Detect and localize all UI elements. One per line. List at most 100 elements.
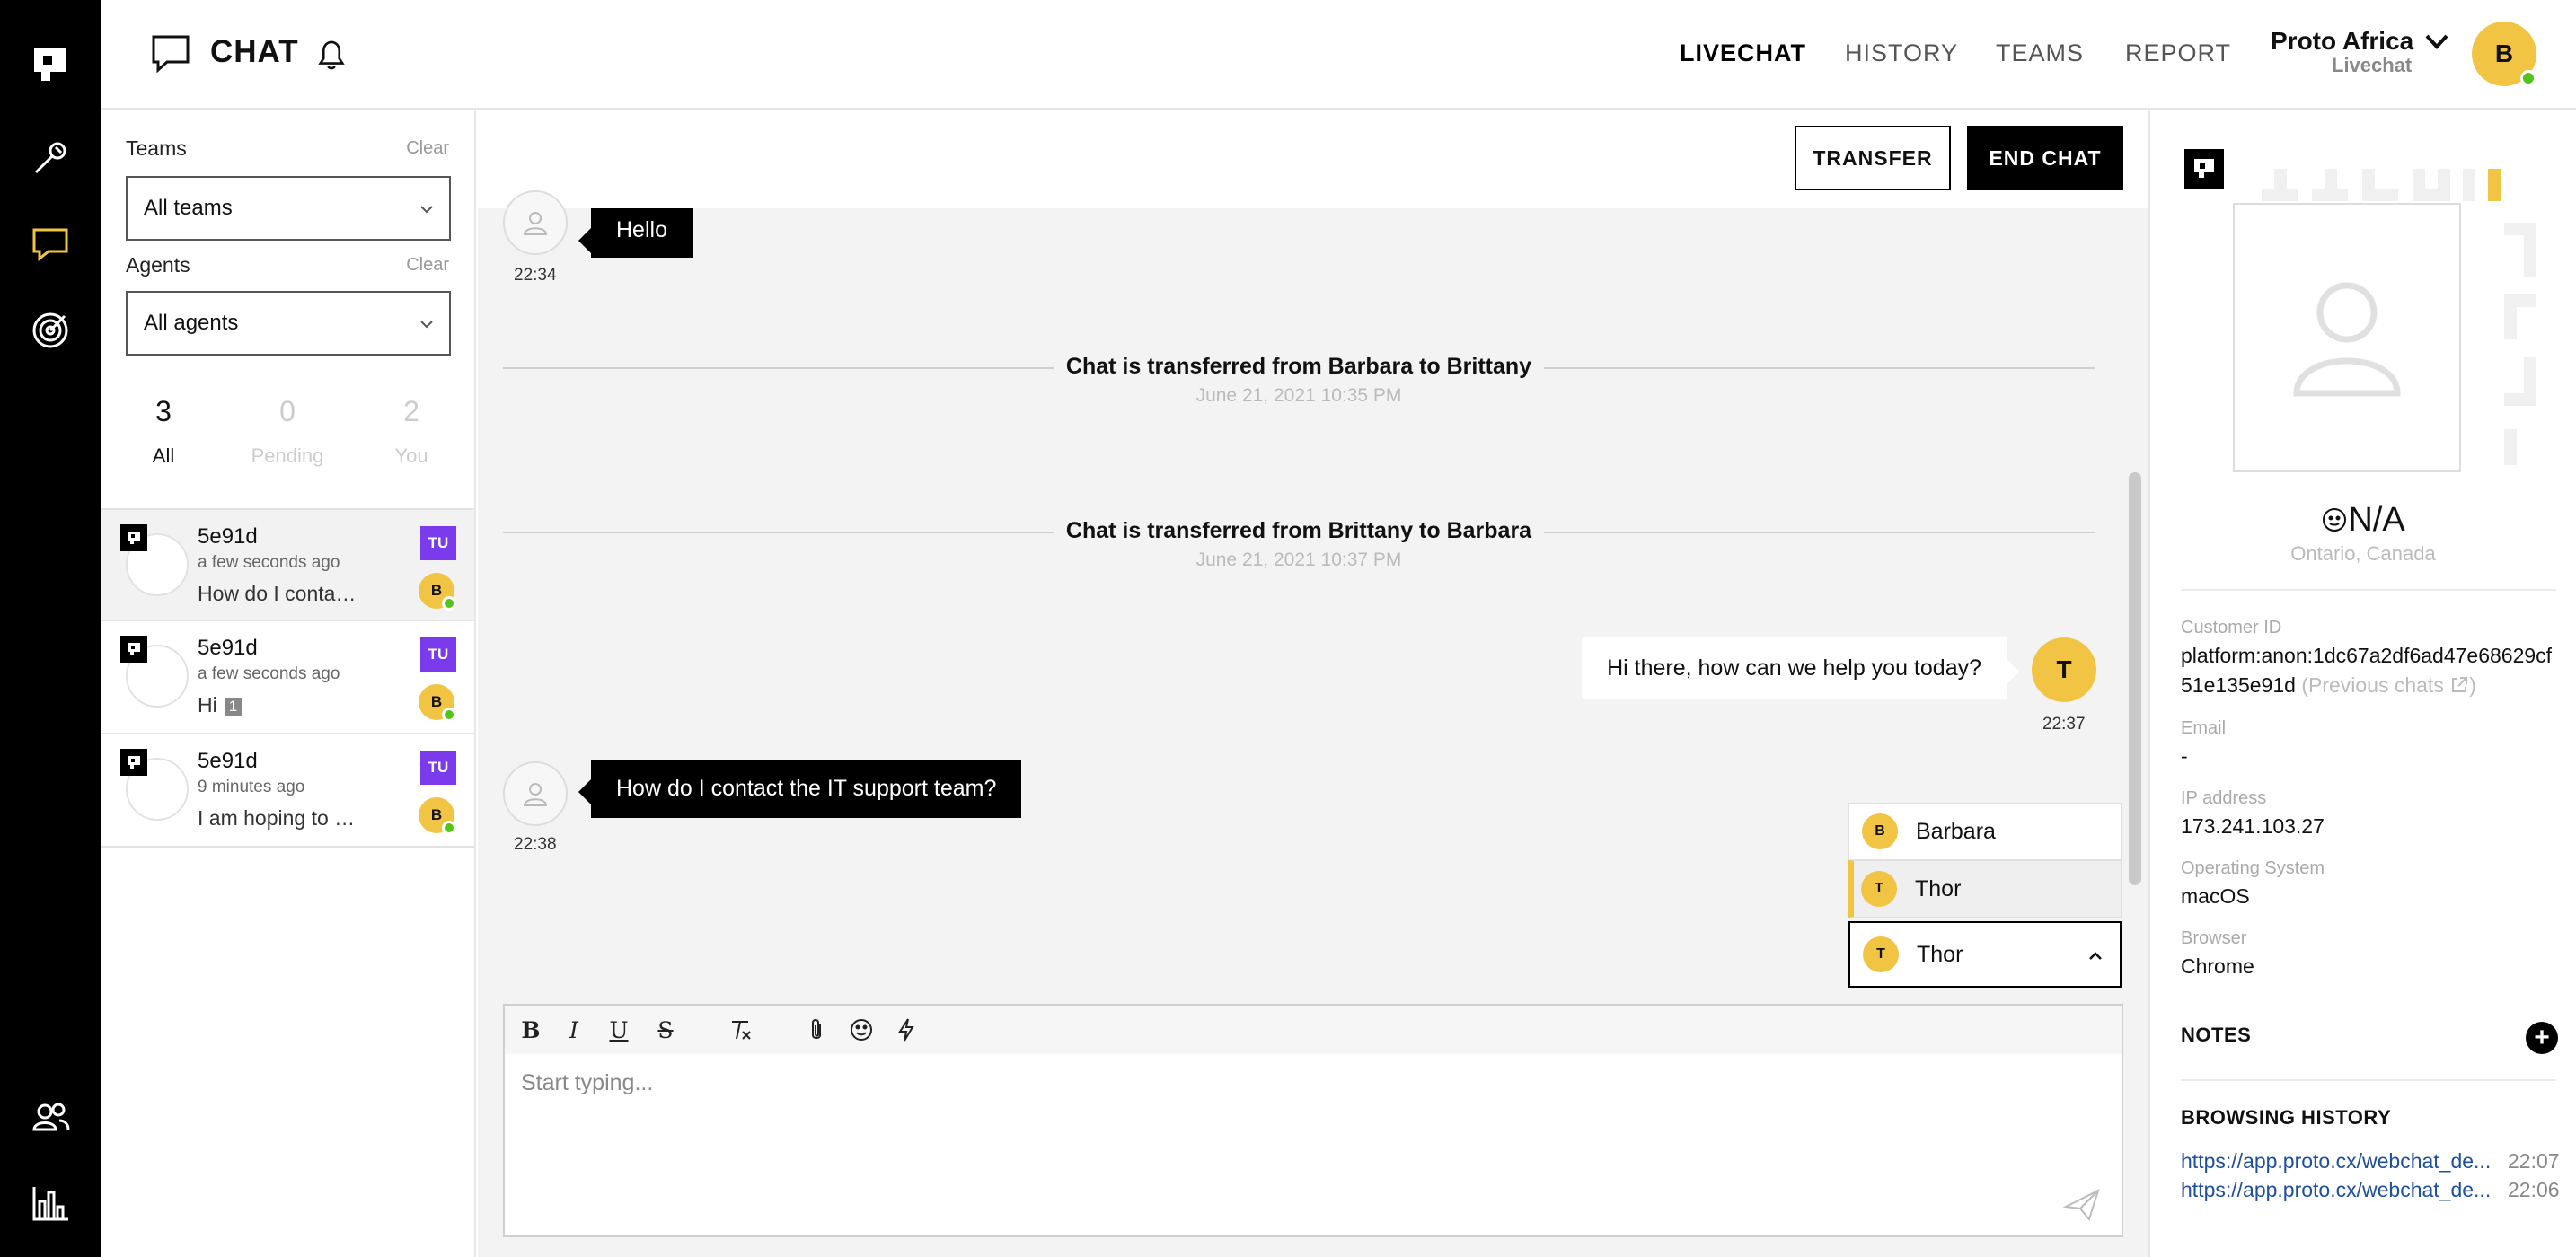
chat-list-panel: Teams Clear All teams Agents Clear All a… [101, 110, 476, 1257]
users-icon[interactable] [25, 1092, 75, 1142]
transfer-button[interactable]: TRANSFER [1795, 126, 1951, 190]
channel-icon [120, 636, 147, 663]
chevron-up-icon [2089, 952, 2102, 960]
team-badge: TU [420, 637, 456, 672]
counter-you[interactable]: 2 You [366, 395, 456, 468]
chat-name: 5e91d [198, 749, 258, 773]
browsing-history-heading: BROWSING HISTORY [2181, 1106, 2392, 1129]
chat-list-item[interactable]: 5e91d a few seconds ago How do I contact… [101, 508, 474, 621]
org-product: Livechat [2332, 54, 2413, 76]
chat-list-item[interactable]: 5e91d a few seconds ago Hi 1 TU B [101, 621, 474, 734]
team-badge: TU [420, 526, 456, 560]
teams-clear-button[interactable]: Clear [406, 138, 449, 159]
chat-time: a few seconds ago [198, 553, 340, 572]
logo-icon[interactable] [25, 40, 75, 90]
agent-select[interactable]: T Thor [1848, 921, 2122, 988]
chat-icon [152, 35, 190, 74]
customer-panel: N/A Ontario, Canada Customer ID platform… [2148, 110, 2576, 1257]
counter-all[interactable]: 3 All [119, 395, 208, 468]
history-link[interactable]: https://app.proto.cx/webchat_de... [2181, 1149, 2495, 1173]
customer-id-label: Customer ID [2181, 618, 2282, 637]
reports-icon[interactable] [25, 1178, 75, 1228]
customer-id-value: platform:anon:1dc67a2df6ad47e68629cf51e1… [2181, 641, 2558, 700]
email-value: - [2181, 744, 2188, 768]
chat-name: 5e91d [198, 636, 258, 660]
attachment-icon[interactable] [803, 1016, 830, 1043]
customer-name-text: N/A [2348, 501, 2405, 539]
message-input[interactable]: Start typing... [521, 1070, 653, 1096]
system-message-date: June 21, 2021 10:37 PM [1195, 549, 1402, 570]
emoji-icon[interactable] [848, 1016, 875, 1043]
teams-select[interactable]: All teams [126, 176, 451, 241]
os-value: macOS [2181, 884, 2250, 908]
tab-teams[interactable]: TEAMS [1996, 40, 2084, 67]
target-icon[interactable] [25, 305, 75, 356]
message-bubble: Hello [578, 208, 693, 258]
channel-icon [2184, 149, 2224, 189]
chat-preview-text: Hi [198, 693, 217, 716]
history-time: 22:07 [2508, 1149, 2560, 1173]
underline-icon[interactable]: U [605, 1016, 632, 1043]
email-label: Email [2181, 718, 2227, 738]
send-icon[interactable] [2062, 1187, 2102, 1223]
online-status-dot [442, 821, 456, 835]
strikethrough-icon[interactable]: S [652, 1016, 679, 1043]
agent-option[interactable]: T Thor [1848, 860, 2122, 918]
counter-all-label: All [152, 444, 175, 467]
lightning-icon[interactable] [893, 1016, 920, 1043]
bold-icon[interactable]: B [517, 1016, 544, 1043]
agent-select-initial: T [1863, 936, 1899, 972]
chat-list-item[interactable]: 5e91d 9 minutes ago I am hoping to come … [101, 734, 474, 848]
agents-clear-button[interactable]: Clear [406, 255, 449, 276]
tab-history[interactable]: HISTORY [1845, 40, 1958, 67]
app-rail [0, 0, 101, 1257]
previous-chats-end: ) [2469, 673, 2476, 697]
wrench-icon[interactable] [25, 133, 75, 183]
tab-report[interactable]: REPORT [2125, 40, 2231, 67]
chat-name: 5e91d [198, 524, 258, 549]
agent-option[interactable]: B Barbara [1848, 803, 2122, 860]
scrollbar[interactable] [2129, 472, 2141, 885]
chat-preview: I am hoping to come in [198, 806, 359, 830]
counter-pending-value: 0 [279, 395, 296, 427]
system-message-text: Chat is transferred from Brittany to Bar… [1053, 518, 1545, 544]
chevron-down-icon[interactable] [2423, 31, 2450, 54]
counter-pending[interactable]: 0 Pending [243, 395, 332, 468]
message-time: 22:34 [514, 266, 557, 285]
browser-value: Chrome [2181, 954, 2254, 978]
message-bubble: How do I contact the IT support team? [578, 760, 1022, 818]
external-link-icon [2452, 677, 2468, 692]
chat-time: a few seconds ago [198, 664, 340, 683]
face-icon [2323, 508, 2347, 532]
chat-preview: Hi 1 [198, 693, 359, 717]
unread-badge: 1 [224, 697, 243, 716]
teams-label: Teams [126, 136, 187, 160]
italic-icon[interactable]: I [560, 1016, 587, 1043]
clear-format-icon[interactable] [728, 1016, 754, 1043]
agent-select-value: Thor [1917, 941, 1963, 967]
add-note-button[interactable]: + [2526, 1022, 2558, 1054]
conversation-actions: TRANSFER END CHAT [478, 110, 2148, 208]
browser-label: Browser [2181, 928, 2247, 948]
conversation-area: TRANSFER END CHAT Hello 22:34 Chat is tr… [478, 110, 2148, 1257]
agents-select-value: All agents [144, 311, 239, 335]
online-status-dot [442, 596, 456, 611]
agents-select[interactable]: All agents [126, 291, 451, 356]
agent-option-initial: B [1862, 813, 1898, 849]
org-name[interactable]: Proto Africa [2271, 27, 2413, 56]
previous-chats-link[interactable]: (Previous chats ) [2301, 673, 2476, 697]
agent-option-name: Thor [1915, 875, 1962, 901]
top-header: CHAT LIVECHAT HISTORY TEAMS REPORT [101, 0, 2576, 110]
divider [2181, 1079, 2556, 1081]
bell-icon[interactable] [313, 34, 350, 74]
history-link[interactable]: https://app.proto.cx/webchat_de... [2181, 1178, 2495, 1202]
end-chat-button[interactable]: END CHAT [1967, 126, 2123, 190]
chat-nav-icon[interactable] [25, 219, 75, 269]
system-message: Chat is transferred from Barbara to Brit… [503, 354, 2095, 407]
agent-option-name: Barbara [1916, 818, 1996, 844]
counter-all-value: 3 [155, 395, 172, 427]
team-badge: TU [420, 751, 456, 785]
counter-you-value: 2 [403, 395, 419, 427]
channel-icon [120, 749, 147, 776]
tab-livechat[interactable]: LIVECHAT [1680, 40, 1806, 67]
